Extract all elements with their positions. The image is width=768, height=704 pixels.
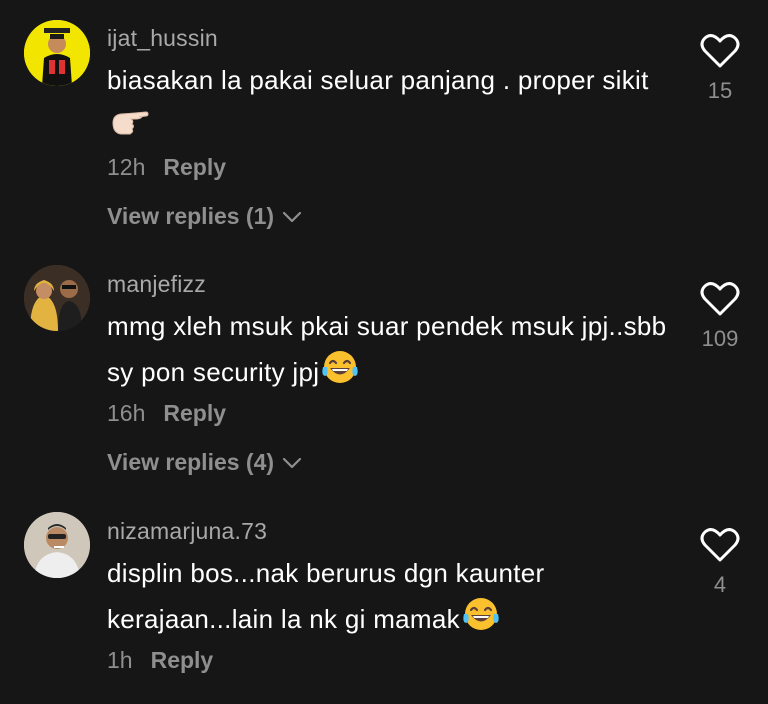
username[interactable]: manjefizz <box>107 271 206 298</box>
laughing-tears-emoji-icon <box>321 349 359 399</box>
comments-list: ijat_hussin biasakan la pakai seluar pan… <box>0 0 768 704</box>
comment-meta: 12h Reply <box>107 154 226 181</box>
reply-button[interactable]: Reply <box>163 154 226 180</box>
username[interactable]: nizamarjuna.73 <box>107 518 267 545</box>
comment-time: 12h <box>107 154 146 180</box>
hand-pointing-right-emoji-icon <box>109 103 149 153</box>
view-replies-button[interactable]: View replies (1) <box>107 203 302 230</box>
reply-button[interactable]: Reply <box>163 400 226 426</box>
heart-icon <box>700 528 740 562</box>
like-button[interactable]: 15 <box>690 33 750 104</box>
view-replies-label: View replies (4) <box>107 449 275 475</box>
like-count: 15 <box>707 78 733 103</box>
like-button[interactable]: 4 <box>690 527 750 598</box>
chevron-down-icon <box>282 457 302 468</box>
comment-time: 1h <box>107 647 133 673</box>
comment-text: mmg xleh msuk pkai suar pendek msuk jpj.… <box>107 303 677 399</box>
comment-body: mmg xleh msuk pkai suar pendek msuk jpj.… <box>107 311 667 387</box>
comment-body: biasakan la pakai seluar panjang . prope… <box>107 65 649 95</box>
comment-text: biasakan la pakai seluar panjang . prope… <box>107 57 677 153</box>
comment-text: displin bos...nak berurus dgn kaunter ke… <box>107 550 677 646</box>
username[interactable]: ijat_hussin <box>107 25 218 52</box>
comment-meta: 1h Reply <box>107 647 213 674</box>
view-replies-button[interactable]: View replies (4) <box>107 449 302 476</box>
view-replies-label: View replies (1) <box>107 203 275 229</box>
like-count: 109 <box>701 326 739 351</box>
heart-icon <box>700 282 740 316</box>
heart-icon <box>700 34 740 68</box>
comment-time: 16h <box>107 400 146 426</box>
chevron-down-icon <box>282 211 302 222</box>
avatar[interactable] <box>24 265 90 331</box>
like-count: 4 <box>713 572 727 597</box>
avatar[interactable] <box>24 20 90 86</box>
avatar[interactable] <box>24 512 90 578</box>
comment-meta: 16h Reply <box>107 400 226 427</box>
like-button[interactable]: 109 <box>690 281 750 352</box>
laughing-tears-emoji-icon <box>462 596 500 646</box>
reply-button[interactable]: Reply <box>151 647 214 673</box>
